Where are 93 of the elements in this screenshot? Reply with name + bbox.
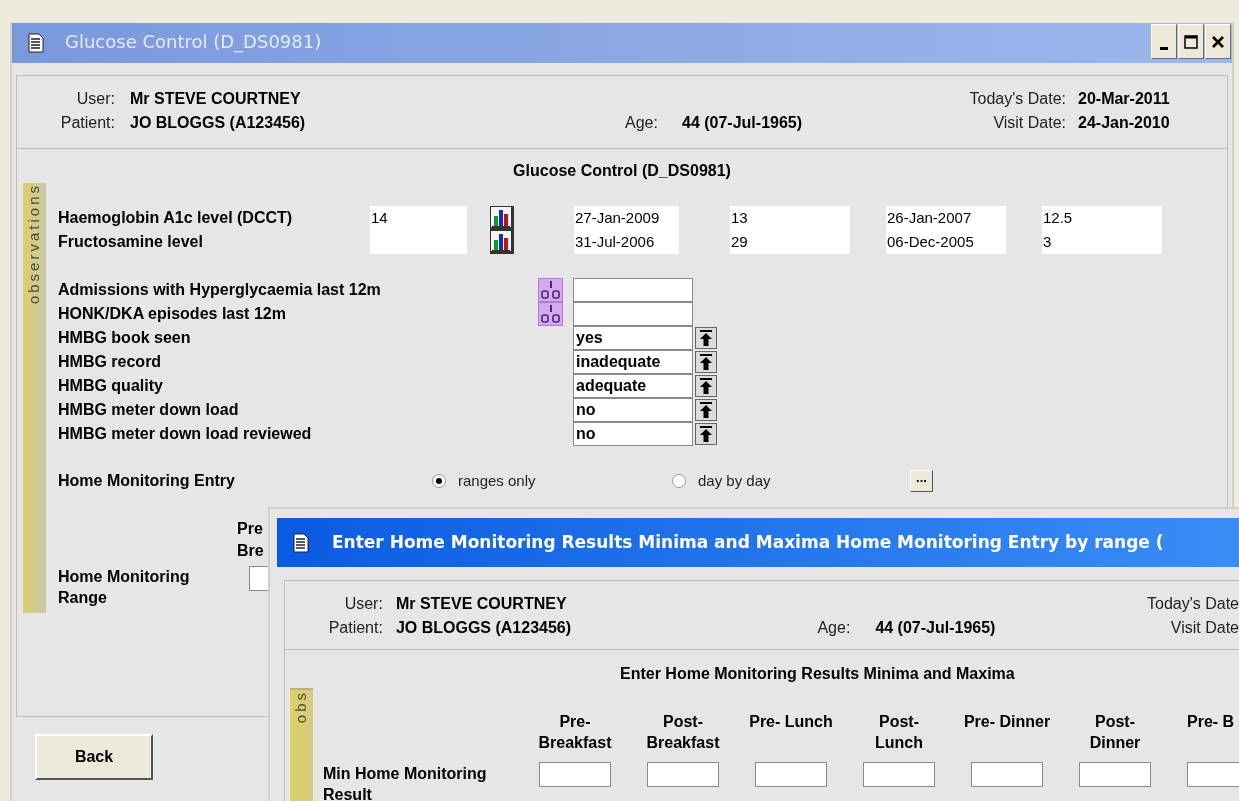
field-value: JO BLOGGS (A123456) (395, 618, 573, 638)
maximize-icon (1184, 34, 1198, 49)
back-button[interactable]: Back (35, 734, 153, 780)
section-title: Glucose Control (D_DS0981) (512, 161, 732, 181)
field-label: HMBG meter down load (58, 400, 240, 420)
value-cell: 14 (370, 206, 467, 230)
input-field[interactable]: adequate (573, 374, 693, 398)
input-field[interactable] (1079, 761, 1151, 787)
input-field[interactable] (863, 761, 935, 787)
date-cell: 26-Jan-2007 (886, 206, 1006, 230)
input-field[interactable] (1187, 761, 1239, 787)
row-label: Min Home Monitoring Result (323, 763, 488, 801)
date-cell: 27-Jan-2009 (574, 206, 679, 230)
field-value: Mr STEVE COURTNEY (130, 89, 302, 109)
radio-button[interactable] (672, 474, 686, 488)
input-field[interactable] (573, 278, 693, 302)
up-arrow-button[interactable] (695, 351, 717, 373)
field-label: Today's Date: (968, 89, 1066, 109)
input-field[interactable]: inadequate (573, 350, 693, 374)
window-title: Enter Home Monitoring Results Minima and Maxima Home Monitoring Entry by range ( (332, 530, 1164, 554)
field-label: Patient: (59, 113, 115, 133)
minimize-button[interactable] (1151, 24, 1177, 59)
field-value: JO BLOGGS (A123456) (130, 113, 307, 133)
more-button[interactable]: ... (910, 470, 933, 492)
field-label: Home Monitoring Entry (58, 471, 236, 491)
field-value: 44 (07-Jul-1965) (875, 618, 997, 638)
column-header: Pre Bre (237, 519, 265, 561)
field-label: Admissions with Hyperglycaemia last 12m (58, 280, 382, 300)
input-field[interactable] (647, 761, 719, 787)
field-label: User: (343, 594, 383, 614)
field-label: User: (75, 89, 115, 109)
field-label: Patient: (327, 618, 383, 638)
side-tab[interactable]: obs (290, 688, 313, 801)
field-label: HONK/DKA episodes last 12m (58, 304, 287, 324)
maximize-button[interactable] (1178, 24, 1204, 59)
bar-chart-icon[interactable] (490, 206, 514, 230)
option-label[interactable]: ranges only (458, 469, 536, 493)
column-header: Post- Dinner (1088, 712, 1142, 753)
field-label: Home Monitoring Range (58, 567, 191, 608)
field-label: HMBG record (58, 352, 163, 372)
input-field[interactable]: no (573, 422, 693, 446)
value-cell: 13 (730, 206, 850, 230)
bar-chart-icon[interactable] (490, 230, 514, 254)
document-icon (28, 33, 44, 53)
field-label: Visit Date: (992, 113, 1066, 133)
value-cell: 29 (730, 230, 850, 254)
side-tab-label: obs (291, 690, 311, 726)
up-arrow-button[interactable] (695, 399, 717, 421)
input-field[interactable] (249, 566, 268, 591)
field-label: HMBG meter down load reviewed (58, 424, 313, 444)
field-label: Visit Date (1169, 618, 1239, 638)
field-label: HMBG quality (58, 376, 164, 396)
value-cell: 12.5 (1042, 206, 1162, 230)
section-title: Enter Home Monitoring Results Minima and Maxima (619, 664, 1016, 684)
counter-icon[interactable] (538, 278, 563, 302)
field-value: 20-Mar-2011 (1078, 89, 1170, 109)
field-value: 24-Jan-2010 (1078, 113, 1170, 133)
input-field[interactable]: yes (573, 326, 693, 350)
column-header: Post- Lunch (874, 712, 924, 753)
field-label: Today's Date (1146, 594, 1239, 614)
window-title: Glucose Control (D_DS0981) (65, 30, 322, 54)
up-arrow-button[interactable] (695, 327, 717, 349)
column-header: Pre- Lunch (748, 712, 834, 732)
side-tab[interactable]: observations (23, 183, 46, 613)
date-cell: 31-Jul-2006 (574, 230, 679, 254)
minimize-icon (1160, 47, 1168, 50)
date-cell: 06-Dec-2005 (886, 230, 1006, 254)
counter-icon[interactable] (538, 302, 563, 326)
column-header: Pre- Breakfast (537, 712, 613, 753)
option-label[interactable]: day by day (698, 469, 771, 493)
field-value: 44 (07-Jul-1965) (682, 113, 804, 133)
up-arrow-button[interactable] (695, 423, 717, 445)
document-icon (293, 532, 309, 553)
row-label: Fructosamine level (58, 232, 204, 252)
value-cell: 3 (1042, 230, 1162, 254)
close-button[interactable] (1205, 24, 1231, 59)
field-label: Age: (817, 618, 852, 638)
input-field[interactable]: no (573, 398, 693, 422)
close-icon (1211, 34, 1225, 49)
input-field[interactable] (539, 761, 611, 787)
up-arrow-button[interactable] (695, 375, 717, 397)
row-label: Haemoglobin A1c level (DCCT) (58, 208, 294, 228)
input-field[interactable] (755, 761, 827, 787)
column-header: Post- Breakfast (645, 712, 721, 753)
field-label: HMBG book seen (58, 328, 192, 348)
input-field[interactable] (573, 302, 693, 326)
column-header: Pre- B (1186, 712, 1236, 732)
column-header: Pre- Dinner (962, 712, 1052, 732)
field-label: Age: (625, 113, 659, 133)
input-field[interactable] (971, 761, 1043, 787)
field-value: Mr STEVE COURTNEY (395, 594, 568, 614)
side-tab-label: observations (24, 183, 44, 307)
radio-button[interactable] (432, 474, 446, 488)
